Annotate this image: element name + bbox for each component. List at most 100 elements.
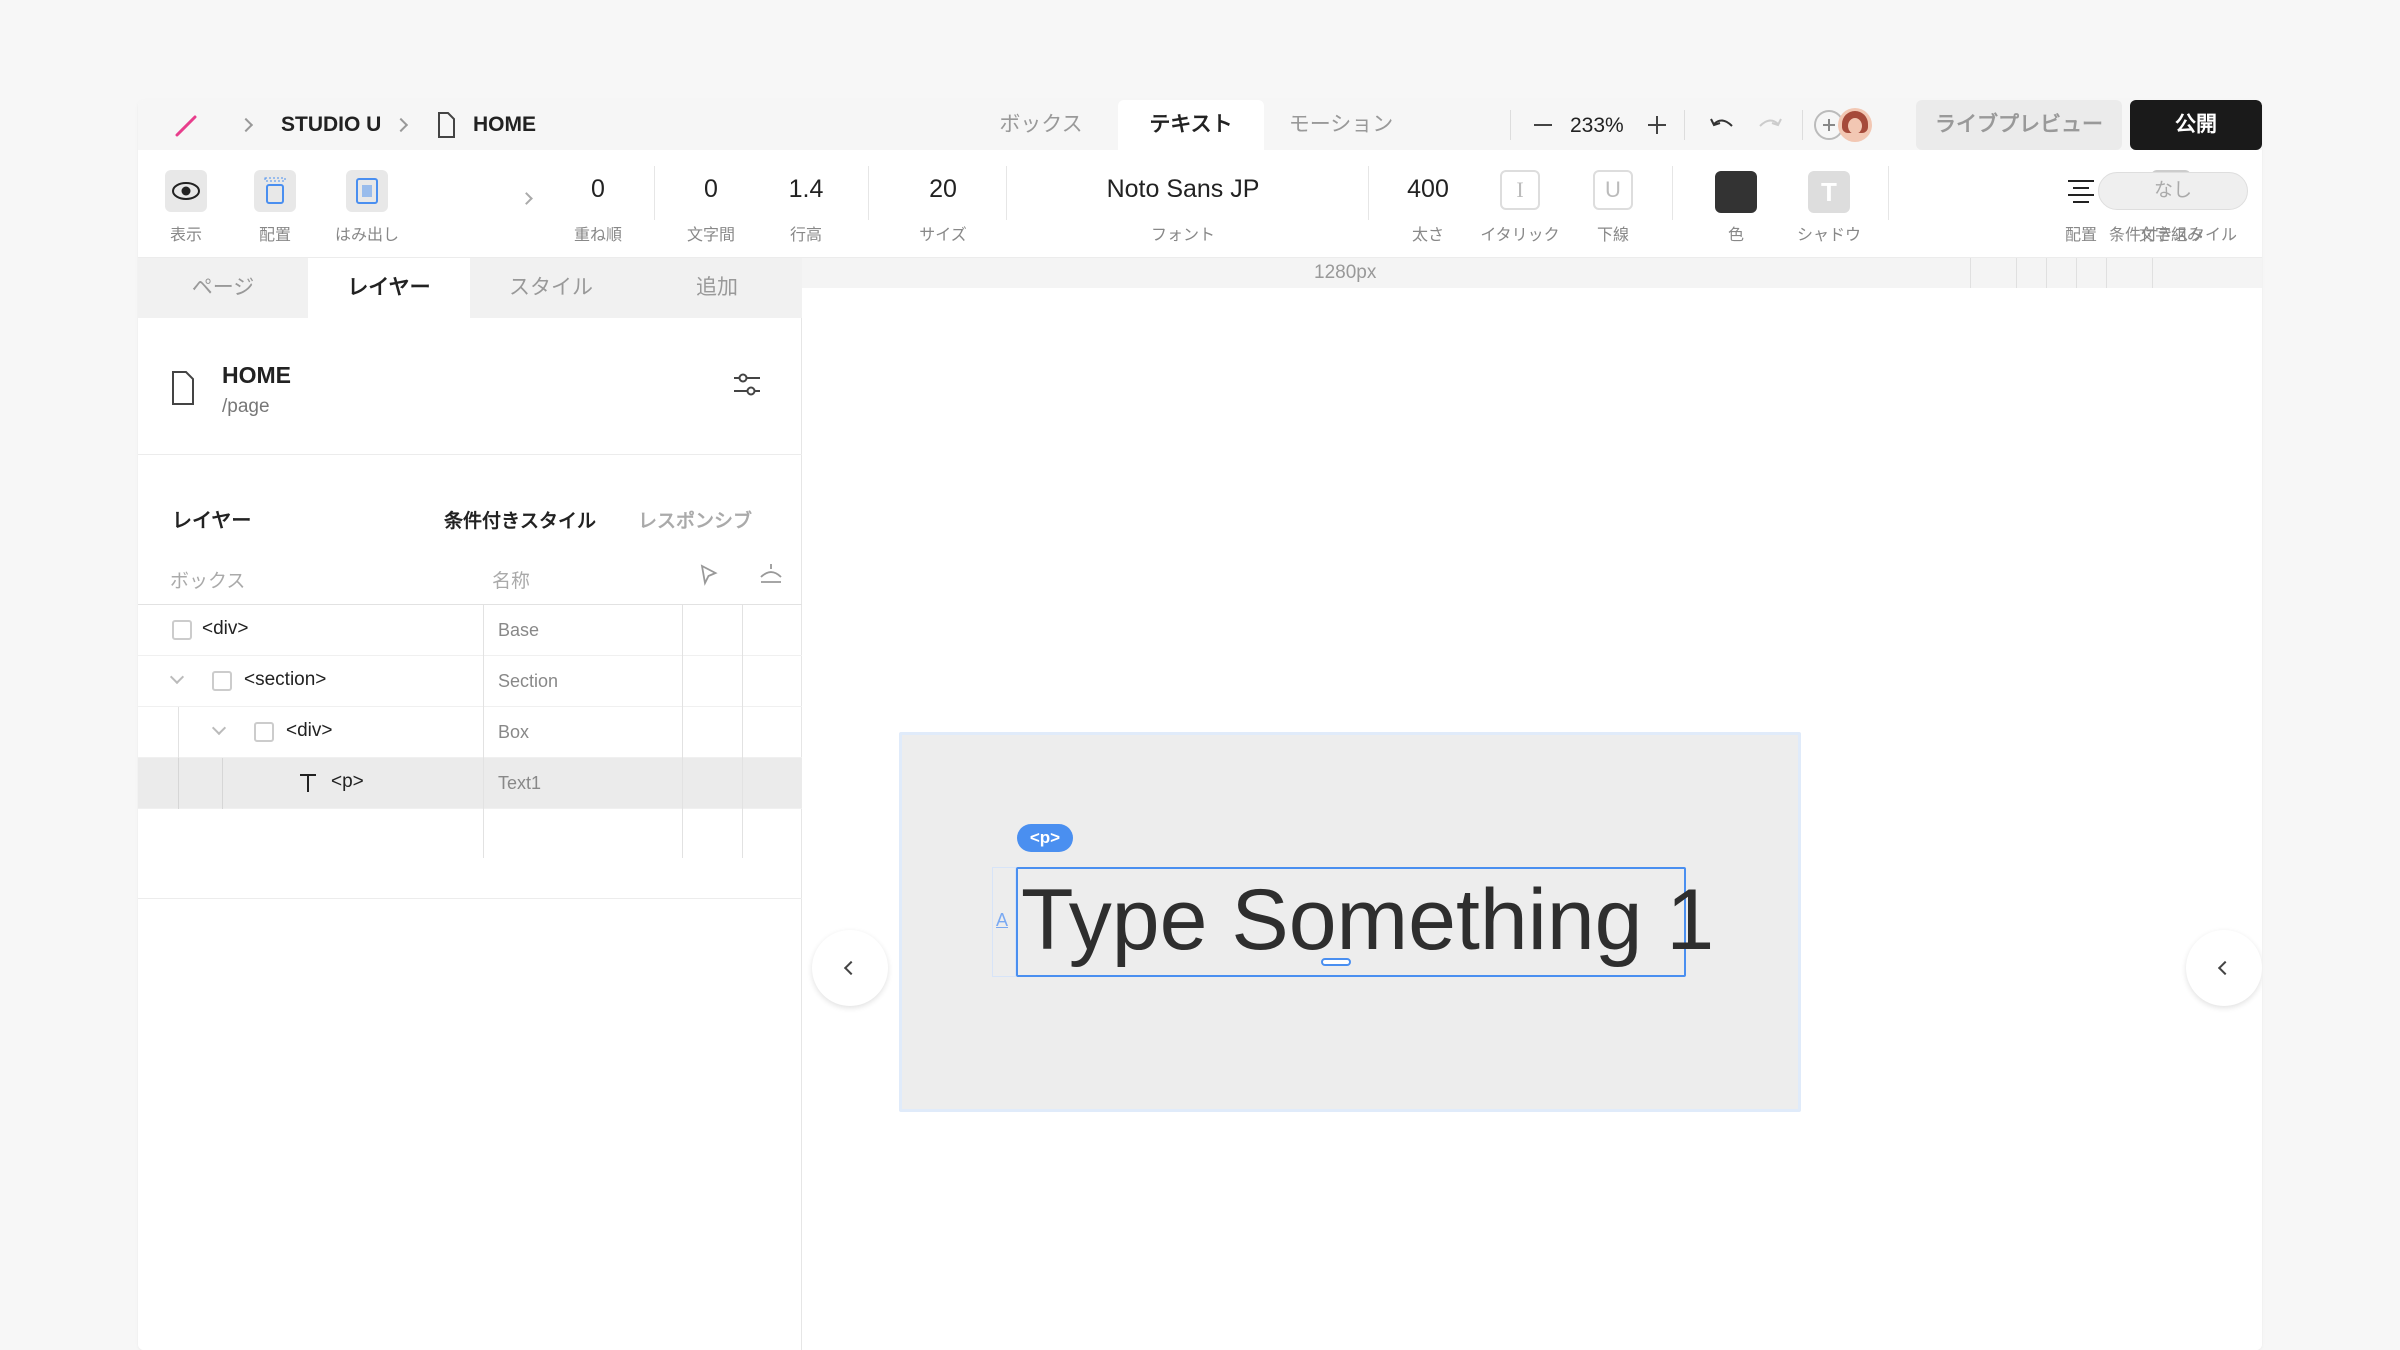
display-toggle[interactable] (165, 170, 207, 212)
layer-checkbox[interactable] (254, 722, 274, 742)
divider (654, 166, 655, 220)
cursor-click-icon[interactable] (696, 562, 722, 588)
font-weight-label: 太さ (1411, 227, 1444, 244)
shadow-label: シャドウ (1796, 227, 1861, 244)
studio-logo-icon[interactable] (174, 114, 198, 138)
tree-guide (222, 758, 223, 809)
redo-icon[interactable] (1756, 114, 1784, 136)
text-align-center-icon[interactable] (2066, 178, 2096, 206)
tab-text[interactable]: テキスト (1118, 100, 1264, 150)
layer-name[interactable]: Text1 (498, 773, 541, 794)
placement-button[interactable] (254, 170, 296, 212)
column-divider (682, 604, 683, 858)
shadow-icon[interactable]: T (1808, 171, 1850, 213)
chevron-down-icon[interactable] (169, 669, 185, 685)
canvas[interactable]: 1280px <p> A Type Something 1 (802, 258, 2262, 1350)
underline-icon[interactable]: U (1593, 170, 1633, 210)
chevron-down-icon[interactable] (211, 720, 227, 736)
divider (1684, 110, 1685, 140)
divider (1672, 166, 1673, 220)
tab-box[interactable]: ボックス (966, 100, 1116, 150)
divider (1510, 110, 1511, 140)
divider (868, 166, 869, 220)
page-icon (438, 112, 455, 138)
text-color-swatch[interactable] (1715, 171, 1757, 213)
page-settings-icon[interactable] (732, 370, 762, 400)
divider (1368, 166, 1369, 220)
layer-checkbox[interactable] (172, 620, 192, 640)
display-label: 表示 (169, 227, 202, 244)
layer-name[interactable]: Section (498, 671, 558, 692)
left-panel: ページ レイヤー スタイル 追加 HOME /page レイヤー 条件付きスタイ… (138, 258, 802, 1350)
ruler-mark (2016, 258, 2017, 288)
overflow-button[interactable] (346, 170, 388, 212)
panel-tabs: ページ レイヤー スタイル 追加 (138, 258, 802, 318)
chevron-right-icon[interactable] (520, 192, 533, 205)
divider (1888, 166, 1889, 220)
visibility-off-icon[interactable] (758, 562, 784, 588)
font-size-label: サイズ (919, 227, 967, 244)
overflow-label: はみ出し (334, 227, 399, 244)
ruler-mark (1970, 258, 1971, 288)
layer-checkbox[interactable] (212, 671, 232, 691)
undo-icon[interactable] (1708, 114, 1736, 136)
tab-layer[interactable]: レイヤー (308, 258, 470, 318)
tab-motion[interactable]: モーション (1266, 100, 1416, 150)
style-toolbar: 表示 配置 はみ出し 0 重ね順 0 文字間 1.4 行高 20 サイズ Not… (138, 150, 2262, 258)
layer-row[interactable]: <div> Box (138, 707, 802, 758)
font-family-label: フォント (1150, 227, 1215, 244)
divider (138, 898, 802, 899)
ruler-mark (2076, 258, 2077, 288)
conditional-style-tab[interactable]: 条件付きスタイル (444, 506, 596, 533)
column-divider (742, 604, 743, 858)
tab-page[interactable]: ページ (138, 258, 308, 318)
italic-icon[interactable]: I (1500, 170, 1540, 210)
color-label: 色 (1727, 227, 1744, 244)
layers-title: レイヤー (172, 510, 252, 532)
font-family-value[interactable]: Noto Sans JP (1038, 172, 1328, 206)
layer-row[interactable]: <section> Section (138, 656, 802, 707)
tree-guide (178, 707, 179, 758)
canvas-text-element[interactable]: Type Something 1 (1021, 870, 1714, 970)
responsive-tab[interactable]: レスポンシブ (638, 506, 752, 533)
tab-style[interactable]: スタイル (470, 258, 632, 318)
divider (138, 454, 802, 455)
chevron-right-icon (238, 117, 254, 133)
letter-spacing-value[interactable]: 0 (671, 172, 751, 206)
publish-button[interactable]: 公開 (2130, 100, 2262, 150)
collapse-right-panel-button[interactable] (2186, 930, 2262, 1006)
line-height-value[interactable]: 1.4 (766, 172, 846, 206)
breadcrumb-page[interactable]: HOME (473, 113, 536, 137)
ruler-width-label: 1280px (1314, 262, 1377, 283)
underline-label: 下線 (1596, 227, 1629, 244)
zoom-in-icon[interactable] (1648, 116, 1666, 134)
zoom-out-icon[interactable] (1534, 124, 1552, 126)
divider (1802, 110, 1803, 140)
text-style-icon[interactable]: A (996, 910, 1008, 931)
ruler-mark (2046, 258, 2047, 288)
layer-tag: <div> (286, 720, 333, 741)
zindex-value[interactable]: 0 (558, 172, 638, 206)
live-preview-button[interactable]: ライブプレビュー (1916, 100, 2122, 150)
font-weight-value[interactable]: 400 (1388, 172, 1468, 206)
layer-name[interactable]: Base (498, 620, 539, 641)
layer-row-selected[interactable]: <p> Text1 (138, 758, 802, 809)
column-name: 名称 (492, 571, 531, 592)
breadcrumb-project[interactable]: STUDIO U (281, 113, 381, 137)
page-icon (172, 371, 194, 405)
tree-guide (178, 758, 179, 809)
page-name: HOME (222, 362, 291, 388)
tab-add[interactable]: 追加 (632, 258, 802, 318)
text-type-icon (300, 774, 316, 792)
avatar[interactable] (1838, 108, 1872, 142)
zoom-level[interactable]: 233% (1570, 114, 1624, 138)
collapse-left-panel-button[interactable] (812, 930, 888, 1006)
eye-icon (172, 182, 200, 200)
layer-tag: <div> (202, 618, 249, 639)
font-size-value[interactable]: 20 (888, 172, 998, 206)
conditional-style-select[interactable]: なし (2098, 172, 2248, 210)
layer-name[interactable]: Box (498, 722, 529, 743)
chevron-left-icon (2217, 960, 2233, 976)
layer-row[interactable]: <div> Base (138, 605, 802, 656)
chevron-right-icon (393, 117, 409, 133)
